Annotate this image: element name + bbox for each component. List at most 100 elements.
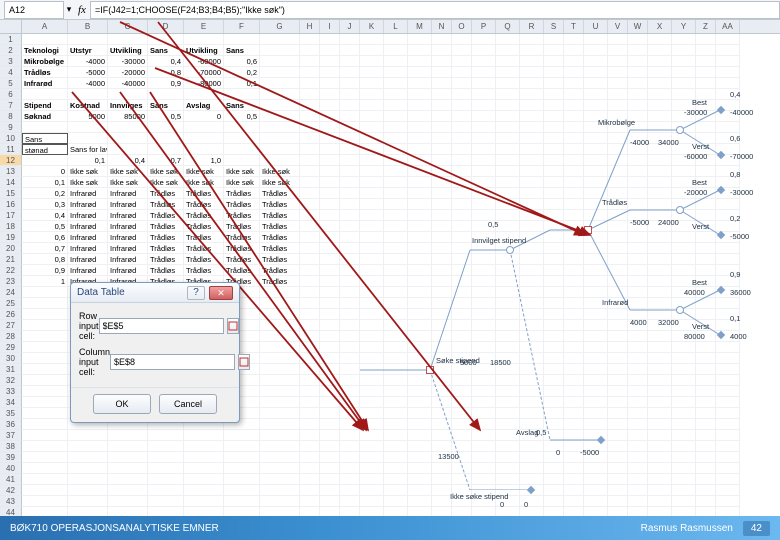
cell[interactable]: [108, 496, 148, 507]
cell[interactable]: [320, 397, 340, 408]
cell[interactable]: [320, 166, 340, 177]
row-header[interactable]: 8: [0, 111, 22, 122]
close-icon[interactable]: ✕: [209, 286, 233, 300]
cell[interactable]: [22, 419, 68, 430]
cell[interactable]: [260, 331, 300, 342]
cell[interactable]: Sans: [148, 45, 184, 56]
cell[interactable]: [184, 89, 224, 100]
cell[interactable]: [224, 34, 260, 45]
row-header[interactable]: 17: [0, 210, 22, 221]
cell[interactable]: [260, 298, 300, 309]
cell[interactable]: [22, 474, 68, 485]
row-header[interactable]: 16: [0, 199, 22, 210]
cell[interactable]: [300, 320, 320, 331]
cell[interactable]: [300, 221, 320, 232]
column-header[interactable]: B: [68, 20, 108, 33]
column-header[interactable]: U: [584, 20, 608, 33]
cell[interactable]: [224, 133, 260, 144]
cell[interactable]: [22, 408, 68, 419]
cell[interactable]: [224, 496, 260, 507]
cell[interactable]: [22, 441, 68, 452]
cell[interactable]: Trådløs: [224, 210, 260, 221]
cell[interactable]: [564, 34, 584, 45]
column-input-cell[interactable]: [110, 354, 235, 370]
cell[interactable]: Trådløs: [260, 276, 300, 287]
row-header[interactable]: 28: [0, 331, 22, 342]
column-header[interactable]: D: [148, 20, 184, 33]
cell[interactable]: [320, 122, 340, 133]
cell[interactable]: [22, 89, 68, 100]
cell[interactable]: [320, 364, 340, 375]
cell[interactable]: [22, 485, 68, 496]
row-header[interactable]: 13: [0, 166, 22, 177]
cell[interactable]: 0,4: [22, 210, 68, 221]
cell[interactable]: [432, 496, 452, 507]
cell[interactable]: [432, 34, 452, 45]
cell[interactable]: [320, 309, 340, 320]
cell[interactable]: -5000: [68, 67, 108, 78]
cell[interactable]: [320, 463, 340, 474]
cell[interactable]: [716, 496, 740, 507]
cell[interactable]: 0,1: [22, 177, 68, 188]
name-box[interactable]: [4, 1, 64, 19]
column-header[interactable]: X: [648, 20, 672, 33]
cell[interactable]: [452, 45, 472, 56]
cell[interactable]: Infrarød: [108, 254, 148, 265]
column-header[interactable]: I: [320, 20, 340, 33]
cell[interactable]: Infrarød: [108, 188, 148, 199]
help-icon[interactable]: ?: [187, 286, 205, 300]
cell[interactable]: [184, 122, 224, 133]
cell[interactable]: 0,7: [148, 155, 184, 166]
cell[interactable]: Infrarød: [108, 232, 148, 243]
cell[interactable]: [300, 342, 320, 353]
cell[interactable]: [320, 232, 340, 243]
cell[interactable]: [22, 320, 68, 331]
cell[interactable]: Teknologi: [22, 45, 68, 56]
cell[interactable]: Infrarød: [108, 210, 148, 221]
cell[interactable]: [300, 364, 320, 375]
cell[interactable]: [320, 210, 340, 221]
cell[interactable]: [22, 331, 68, 342]
fx-icon[interactable]: fx: [78, 4, 86, 16]
cell[interactable]: [320, 133, 340, 144]
cell[interactable]: 0,8: [148, 67, 184, 78]
cell[interactable]: [148, 122, 184, 133]
cell[interactable]: Innvilges: [108, 100, 148, 111]
cell[interactable]: [108, 507, 148, 516]
cell[interactable]: [148, 485, 184, 496]
cell[interactable]: [320, 89, 340, 100]
cell[interactable]: [472, 507, 496, 516]
cell[interactable]: [300, 386, 320, 397]
column-header[interactable]: H: [300, 20, 320, 33]
row-header[interactable]: 3: [0, 56, 22, 67]
cell[interactable]: Stipend: [22, 100, 68, 111]
cell[interactable]: [384, 496, 408, 507]
cell[interactable]: [672, 34, 696, 45]
cell[interactable]: [300, 485, 320, 496]
cell[interactable]: 0,9: [148, 78, 184, 89]
cell[interactable]: [108, 133, 148, 144]
cell[interactable]: [300, 419, 320, 430]
row-header[interactable]: 29: [0, 342, 22, 353]
cell[interactable]: [260, 45, 300, 56]
cell[interactable]: Ikke søk: [148, 177, 184, 188]
cell[interactable]: [260, 364, 300, 375]
row-header[interactable]: 38: [0, 441, 22, 452]
cell[interactable]: [184, 496, 224, 507]
cell[interactable]: [320, 298, 340, 309]
cell[interactable]: Utvikling: [108, 45, 148, 56]
cell[interactable]: [260, 155, 300, 166]
cell[interactable]: [260, 342, 300, 353]
cell[interactable]: [648, 45, 672, 56]
cell[interactable]: Sans for lav Infrarød R&D kostnad: [68, 144, 108, 155]
formula-input[interactable]: [90, 1, 780, 19]
row-header[interactable]: 44: [0, 507, 22, 516]
cell[interactable]: Ikke søk: [148, 166, 184, 177]
cell[interactable]: [300, 441, 320, 452]
cell[interactable]: [340, 507, 360, 516]
cell[interactable]: [108, 122, 148, 133]
cell[interactable]: [148, 463, 184, 474]
cell[interactable]: [716, 34, 740, 45]
cell[interactable]: [320, 67, 340, 78]
column-header[interactable]: P: [472, 20, 496, 33]
